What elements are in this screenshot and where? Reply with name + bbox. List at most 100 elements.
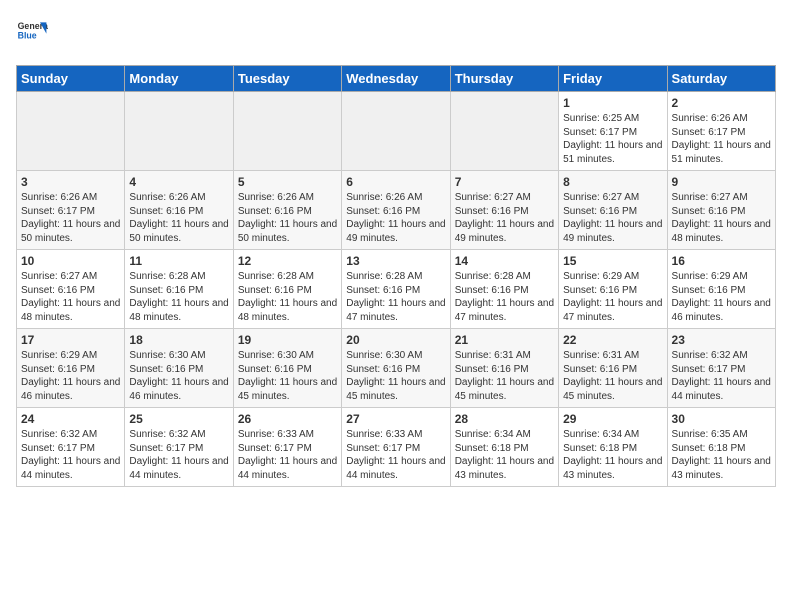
day-cell: 1 Sunrise: 6:25 AM Sunset: 6:17 PM Daylig… xyxy=(559,92,667,171)
day-info: Sunrise: 6:34 AM Sunset: 6:18 PM Dayligh… xyxy=(455,428,554,482)
day-info: Sunrise: 6:28 AM Sunset: 6:16 PM Dayligh… xyxy=(129,270,228,324)
week-row-4: 17 Sunrise: 6:29 AM Sunset: 6:16 PM Dayli… xyxy=(17,329,776,408)
day-info: Sunrise: 6:27 AM Sunset: 6:16 PM Dayligh… xyxy=(672,191,771,245)
day-cell: 25Sunrise: 6:32 AM Sunset: 6:17 PM Dayli… xyxy=(125,408,233,487)
day-cell xyxy=(17,92,125,171)
day-cell xyxy=(233,92,341,171)
day-number: 18 xyxy=(129,333,228,347)
weekday-header-wednesday: Wednesday xyxy=(342,66,450,92)
day-info: Sunrise: 6:26 AM Sunset: 6:16 PM Dayligh… xyxy=(238,191,337,245)
day-cell xyxy=(450,92,558,171)
day-number: 13 xyxy=(346,254,445,268)
day-number: 26 xyxy=(238,412,337,426)
day-number: 22 xyxy=(563,333,662,347)
day-cell: 10Sunrise: 6:27 AM Sunset: 6:16 PM Dayli… xyxy=(17,250,125,329)
day-cell: 7 Sunrise: 6:27 AM Sunset: 6:16 PM Daylig… xyxy=(450,171,558,250)
day-number: 1 xyxy=(563,96,662,110)
week-row-3: 10Sunrise: 6:27 AM Sunset: 6:16 PM Dayli… xyxy=(17,250,776,329)
day-info: Sunrise: 6:29 AM Sunset: 6:16 PM Dayligh… xyxy=(563,270,662,324)
day-info: Sunrise: 6:26 AM Sunset: 6:17 PM Dayligh… xyxy=(21,191,120,245)
day-info: Sunrise: 6:30 AM Sunset: 6:16 PM Dayligh… xyxy=(238,349,337,403)
day-cell: 15 Sunrise: 6:29 AM Sunset: 6:16 PM Dayli… xyxy=(559,250,667,329)
svg-text:Blue: Blue xyxy=(18,30,37,40)
calendar: SundayMondayTuesdayWednesdayThursdayFrid… xyxy=(16,65,776,487)
day-cell: 26 Sunrise: 6:33 AM Sunset: 6:17 PM Dayli… xyxy=(233,408,341,487)
day-cell: 3Sunrise: 6:26 AM Sunset: 6:17 PM Daylig… xyxy=(17,171,125,250)
weekday-header-row: SundayMondayTuesdayWednesdayThursdayFrid… xyxy=(17,66,776,92)
day-info: Sunrise: 6:27 AM Sunset: 6:16 PM Dayligh… xyxy=(455,191,554,245)
day-cell: 30 Sunrise: 6:35 AM Sunset: 6:18 PM Dayli… xyxy=(667,408,775,487)
day-number: 4 xyxy=(129,175,228,189)
day-info: Sunrise: 6:26 AM Sunset: 6:17 PM Dayligh… xyxy=(672,112,771,166)
day-info: Sunrise: 6:35 AM Sunset: 6:18 PM Dayligh… xyxy=(672,428,771,482)
day-cell: 8 Sunrise: 6:27 AM Sunset: 6:16 PM Daylig… xyxy=(559,171,667,250)
day-cell xyxy=(125,92,233,171)
day-info: Sunrise: 6:28 AM Sunset: 6:16 PM Dayligh… xyxy=(455,270,554,324)
day-number: 30 xyxy=(672,412,771,426)
day-number: 21 xyxy=(455,333,554,347)
day-info: Sunrise: 6:28 AM Sunset: 6:16 PM Dayligh… xyxy=(238,270,337,324)
day-number: 12 xyxy=(238,254,337,268)
day-cell: 27Sunrise: 6:33 AM Sunset: 6:17 PM Dayli… xyxy=(342,408,450,487)
day-cell: 12 Sunrise: 6:28 AM Sunset: 6:16 PM Dayli… xyxy=(233,250,341,329)
day-cell: 16 Sunrise: 6:29 AM Sunset: 6:16 PM Dayli… xyxy=(667,250,775,329)
day-number: 8 xyxy=(563,175,662,189)
day-info: Sunrise: 6:33 AM Sunset: 6:17 PM Dayligh… xyxy=(346,428,445,482)
day-number: 17 xyxy=(21,333,120,347)
day-cell: 21 Sunrise: 6:31 AM Sunset: 6:16 PM Dayli… xyxy=(450,329,558,408)
day-info: Sunrise: 6:33 AM Sunset: 6:17 PM Dayligh… xyxy=(238,428,337,482)
day-info: Sunrise: 6:32 AM Sunset: 6:17 PM Dayligh… xyxy=(672,349,771,403)
weekday-header-sunday: Sunday xyxy=(17,66,125,92)
day-info: Sunrise: 6:28 AM Sunset: 6:16 PM Dayligh… xyxy=(346,270,445,324)
day-cell: 24 Sunrise: 6:32 AM Sunset: 6:17 PM Dayli… xyxy=(17,408,125,487)
day-info: Sunrise: 6:26 AM Sunset: 6:16 PM Dayligh… xyxy=(129,191,228,245)
weekday-header-friday: Friday xyxy=(559,66,667,92)
day-cell: 2 Sunrise: 6:26 AM Sunset: 6:17 PM Daylig… xyxy=(667,92,775,171)
day-number: 9 xyxy=(672,175,771,189)
day-cell: 18 Sunrise: 6:30 AM Sunset: 6:16 PM Dayli… xyxy=(125,329,233,408)
day-cell: 14 Sunrise: 6:28 AM Sunset: 6:16 PM Dayli… xyxy=(450,250,558,329)
day-number: 23 xyxy=(672,333,771,347)
day-cell: 9 Sunrise: 6:27 AM Sunset: 6:16 PM Daylig… xyxy=(667,171,775,250)
day-number: 28 xyxy=(455,412,554,426)
day-number: 14 xyxy=(455,254,554,268)
day-number: 24 xyxy=(21,412,120,426)
day-info: Sunrise: 6:26 AM Sunset: 6:16 PM Dayligh… xyxy=(346,191,445,245)
day-cell: 28 Sunrise: 6:34 AM Sunset: 6:18 PM Dayli… xyxy=(450,408,558,487)
day-cell: 19 Sunrise: 6:30 AM Sunset: 6:16 PM Dayli… xyxy=(233,329,341,408)
day-number: 6 xyxy=(346,175,445,189)
day-number: 10 xyxy=(21,254,120,268)
day-info: Sunrise: 6:27 AM Sunset: 6:16 PM Dayligh… xyxy=(563,191,662,245)
header: General Blue xyxy=(16,16,776,53)
day-number: 15 xyxy=(563,254,662,268)
day-cell: 20Sunrise: 6:30 AM Sunset: 6:16 PM Dayli… xyxy=(342,329,450,408)
day-cell: 13 Sunrise: 6:28 AM Sunset: 6:16 PM Dayli… xyxy=(342,250,450,329)
day-cell: 4 Sunrise: 6:26 AM Sunset: 6:16 PM Daylig… xyxy=(125,171,233,250)
day-info: Sunrise: 6:34 AM Sunset: 6:18 PM Dayligh… xyxy=(563,428,662,482)
day-info: Sunrise: 6:31 AM Sunset: 6:16 PM Dayligh… xyxy=(455,349,554,403)
day-cell: 29 Sunrise: 6:34 AM Sunset: 6:18 PM Dayli… xyxy=(559,408,667,487)
weekday-header-thursday: Thursday xyxy=(450,66,558,92)
day-info: Sunrise: 6:25 AM Sunset: 6:17 PM Dayligh… xyxy=(563,112,662,166)
day-number: 16 xyxy=(672,254,771,268)
day-number: 19 xyxy=(238,333,337,347)
logo-icon: General Blue xyxy=(16,16,48,48)
day-cell: 6 Sunrise: 6:26 AM Sunset: 6:16 PM Daylig… xyxy=(342,171,450,250)
weekday-header-saturday: Saturday xyxy=(667,66,775,92)
day-number: 29 xyxy=(563,412,662,426)
day-info: Sunrise: 6:29 AM Sunset: 6:16 PM Dayligh… xyxy=(21,349,120,403)
day-info: Sunrise: 6:30 AM Sunset: 6:16 PM Dayligh… xyxy=(129,349,228,403)
day-info: Sunrise: 6:29 AM Sunset: 6:16 PM Dayligh… xyxy=(672,270,771,324)
day-cell: 22Sunrise: 6:31 AM Sunset: 6:16 PM Dayli… xyxy=(559,329,667,408)
day-number: 2 xyxy=(672,96,771,110)
day-cell: 5 Sunrise: 6:26 AM Sunset: 6:16 PM Daylig… xyxy=(233,171,341,250)
day-number: 11 xyxy=(129,254,228,268)
day-number: 5 xyxy=(238,175,337,189)
day-cell: 17 Sunrise: 6:29 AM Sunset: 6:16 PM Dayli… xyxy=(17,329,125,408)
day-info: Sunrise: 6:30 AM Sunset: 6:16 PM Dayligh… xyxy=(346,349,445,403)
day-number: 25 xyxy=(129,412,228,426)
day-number: 7 xyxy=(455,175,554,189)
day-info: Sunrise: 6:32 AM Sunset: 6:17 PM Dayligh… xyxy=(21,428,120,482)
logo: General Blue xyxy=(16,16,48,53)
day-cell xyxy=(342,92,450,171)
